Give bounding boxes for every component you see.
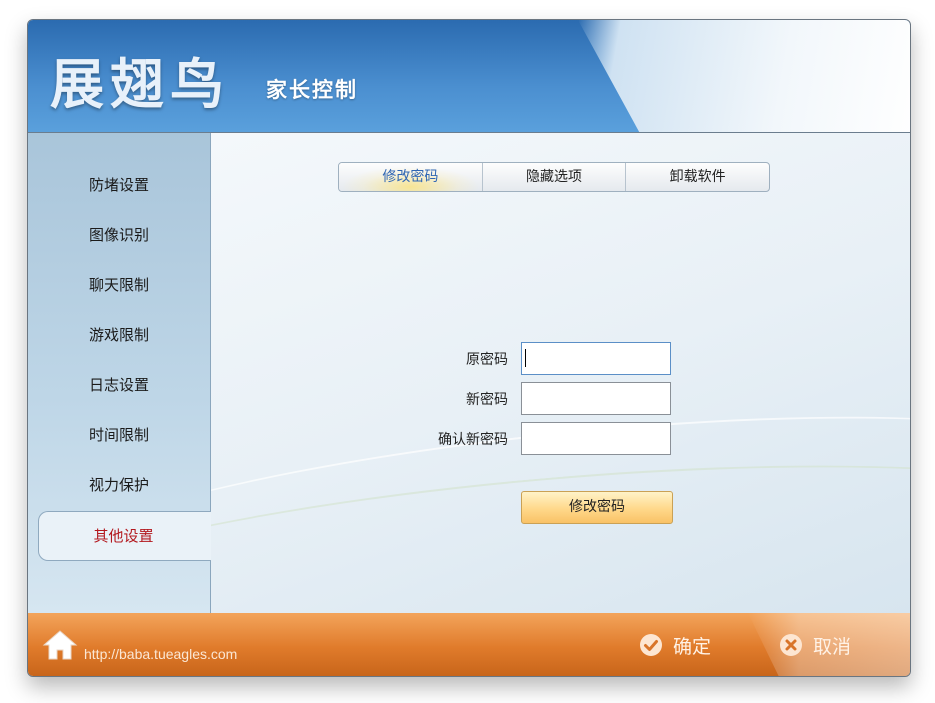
- tab-uninstall[interactable]: 卸载软件: [626, 163, 769, 191]
- confirm-password-field[interactable]: [521, 422, 671, 455]
- change-password-button[interactable]: 修改密码: [521, 491, 673, 524]
- app-logo: 展翅鸟: [50, 53, 230, 116]
- tab-change-password[interactable]: 修改密码: [339, 163, 483, 191]
- header-banner: 展翅鸟 家长控制: [28, 20, 910, 133]
- app-subtitle: 家长控制: [266, 78, 358, 102]
- ok-button-label: 确定: [673, 635, 712, 658]
- footer-bar: http://baba.tueagles.com 确定 取消: [28, 613, 910, 676]
- tab-bar: 修改密码 隐藏选项 卸载软件: [338, 162, 770, 192]
- x-circle-icon: [780, 634, 802, 656]
- old-password-label: 原密码: [466, 352, 508, 368]
- website-link[interactable]: http://baba.tueagles.com: [84, 646, 237, 662]
- sidebar-item-block-settings[interactable]: 防堵设置: [28, 167, 210, 203]
- app-window: 展翅鸟 家长控制 防堵设置 图像识别 聊天限制 游戏限制 日志设置 时间限制 视…: [27, 19, 911, 677]
- confirm-password-label: 确认新密码: [438, 432, 508, 448]
- header-sheen: [578, 20, 910, 132]
- sidebar-item-chat-limit[interactable]: 聊天限制: [28, 267, 210, 303]
- ok-button[interactable]: 确定: [639, 631, 711, 659]
- new-password-label: 新密码: [466, 392, 508, 408]
- sidebar-item-time-limit[interactable]: 时间限制: [28, 417, 210, 453]
- text-caret: [525, 349, 526, 367]
- cancel-button-label: 取消: [813, 635, 852, 658]
- sidebar: 防堵设置 图像识别 聊天限制 游戏限制 日志设置 时间限制 视力保护 其他设置: [28, 133, 218, 613]
- new-password-field[interactable]: [521, 382, 671, 415]
- check-circle-icon: [640, 634, 662, 656]
- cancel-button[interactable]: 取消: [779, 631, 851, 659]
- sidebar-item-image-recognition[interactable]: 图像识别: [28, 217, 210, 253]
- main-panel: 修改密码 隐藏选项 卸载软件 原密码 新密码 确认新密码 修改密码: [211, 133, 910, 613]
- sidebar-item-log-settings[interactable]: 日志设置: [28, 367, 210, 403]
- sidebar-item-game-limit[interactable]: 游戏限制: [28, 317, 210, 353]
- sidebar-item-vision-protection[interactable]: 视力保护: [28, 467, 210, 503]
- sidebar-item-other-settings[interactable]: 其他设置: [38, 511, 218, 561]
- old-password-field[interactable]: [521, 342, 671, 375]
- tab-hide-options[interactable]: 隐藏选项: [483, 163, 627, 191]
- home-icon[interactable]: [42, 629, 78, 661]
